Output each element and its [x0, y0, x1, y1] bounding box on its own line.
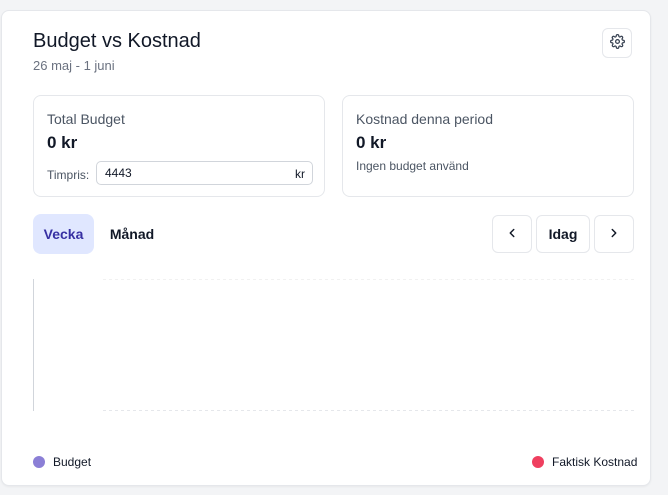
next-period-button[interactable]	[594, 215, 634, 253]
previous-period-button[interactable]	[492, 215, 532, 253]
period-cost-panel: Kostnad denna period 0 kr Ingen budget a…	[342, 95, 634, 197]
date-range: 26 maj - 1 juni	[33, 58, 115, 73]
gear-icon	[609, 34, 625, 52]
legend-budget-dot	[33, 456, 45, 468]
budget-card: Budget vs Kostnad 26 maj - 1 juni Total …	[1, 10, 651, 486]
period-cost-note: Ingen budget använd	[356, 159, 469, 173]
total-budget-panel: Total Budget 0 kr Timpris: kr	[33, 95, 325, 197]
legend-budget-label: Budget	[53, 455, 92, 469]
period-cost-label: Kostnad denna period	[356, 111, 493, 127]
hourly-rate-input[interactable]	[96, 161, 313, 185]
total-budget-value: 0 kr	[47, 133, 78, 152]
legend-budget: Budget	[33, 455, 91, 469]
settings-button[interactable]	[602, 28, 632, 58]
today-button[interactable]: Idag	[536, 215, 590, 253]
chevron-left-icon	[505, 226, 519, 243]
legend-actual-cost-dot	[532, 456, 544, 468]
hourly-rate-unit: kr	[295, 167, 305, 181]
total-budget-label: Total Budget	[47, 111, 125, 127]
card-title: Budget vs Kostnad	[33, 30, 201, 52]
period-cost-value: 0 kr	[356, 133, 387, 152]
budget-cost-chart	[33, 279, 634, 411]
legend-actual-cost-label: Faktisk Kostnad	[552, 455, 638, 469]
tab-week[interactable]: Vecka	[33, 214, 94, 254]
chevron-right-icon	[607, 226, 621, 243]
legend-actual-cost: Faktisk Kostnad	[532, 455, 637, 469]
hourly-rate-label: Timpris:	[47, 168, 90, 182]
tab-month[interactable]: Månad	[100, 214, 164, 254]
